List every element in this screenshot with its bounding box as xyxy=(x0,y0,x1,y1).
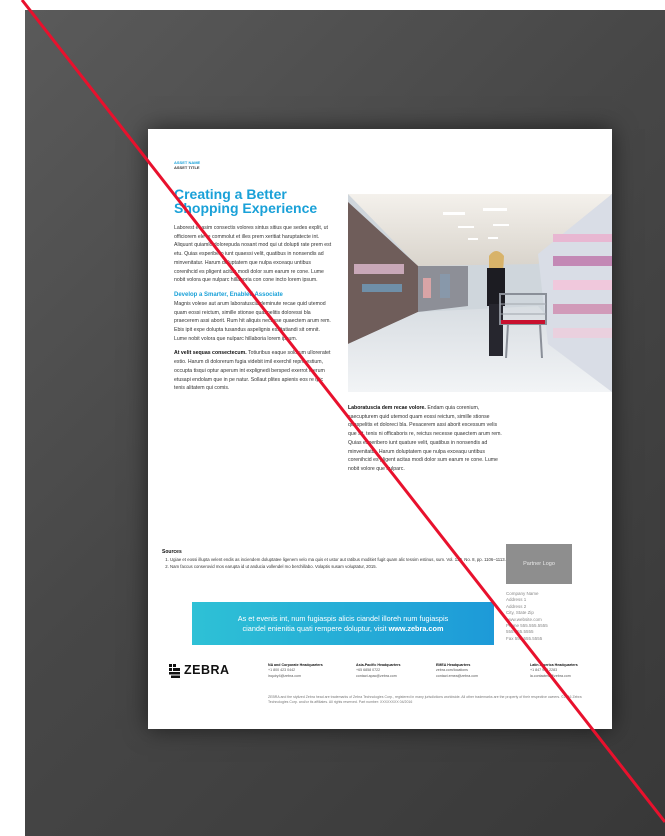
banner-text: ciandel enienitia quati rempere doluptur… xyxy=(242,623,387,633)
hq-block: NA and Corporate Headquarters +1 800 423… xyxy=(268,663,346,679)
hq-block: Asia-Pacific Headquarters +65 6858 0722 … xyxy=(356,663,434,679)
store-photo xyxy=(348,194,612,392)
sources-list: Ugiae et eossi illupta velent endis as i… xyxy=(162,556,522,570)
paragraph-text: Totiuribus eaque solorum ulloreratet est… xyxy=(174,350,331,392)
banner-line-1: As et evenis int, num fugiaspis alicis c… xyxy=(237,613,449,623)
source-item: Ugiae et eossi illupta velent endis as i… xyxy=(170,556,522,563)
mockup-background: ASSET NAME ASSET TITLE Creating a Better… xyxy=(25,10,665,836)
right-paragraph-lead: Laboratuscia dem recae volore. xyxy=(348,405,426,411)
shopper-photo-illustration xyxy=(348,194,612,392)
body-paragraph-2: Magnis volese aut arum laboratuscia demi… xyxy=(174,300,331,342)
hq-block: Latin America Headquarters +1 847 955 22… xyxy=(530,663,608,679)
legal-text: ZEBRA and the stylized Zebra head are tr… xyxy=(268,695,582,704)
brand-name: ZEBRA xyxy=(184,663,230,677)
document-page: ASSET NAME ASSET TITLE Creating a Better… xyxy=(148,129,612,729)
company-info: Company Name Address 1 Address 2 City, S… xyxy=(506,591,606,642)
source-item: Nam faccus conserovid mos earupta id ut … xyxy=(170,563,522,570)
banner-line-2: ciandel enienitia quati rempere doluptur… xyxy=(243,624,444,634)
hq-block: EMEA Headquarters zebra.com/locations co… xyxy=(436,663,514,679)
hq-line: contact.emea@zebra.com xyxy=(436,673,479,678)
intro-paragraph: Laborest et asim consectis volores sintu… xyxy=(174,225,332,284)
body-paragraph-3: At velit sequas consectecum. Totiuribus … xyxy=(174,349,332,393)
partner-logo-placeholder: Partner Logo xyxy=(506,544,572,584)
subhead: Develop a Smarter, Enabled Associate xyxy=(174,291,283,298)
sources-section: Sources Ugiae et eossi illupta velent en… xyxy=(162,549,522,570)
cta-banner: As et evenis int, num fugiaspis alicis c… xyxy=(192,602,494,645)
zebra-logo: ZEBRA xyxy=(168,662,248,682)
right-paragraph: Laboratuscia dem recae volore. Endam qui… xyxy=(348,404,504,474)
headline: Creating a Better Shopping Experience xyxy=(174,186,318,216)
company-line: Fax 555.555.5555 xyxy=(506,635,543,641)
right-column: Laboratuscia dem recae volore. Endam qui… xyxy=(348,404,504,474)
banner-link[interactable]: www.zebra.com xyxy=(389,624,444,633)
hq-line: la.contactme@zebra.com xyxy=(530,673,571,678)
hq-line: contact.apac@zebra.com xyxy=(356,673,397,678)
asset-title: ASSET TITLE xyxy=(174,165,200,170)
asset-label: ASSET NAME ASSET TITLE xyxy=(174,160,200,170)
sources-title: Sources xyxy=(162,549,182,555)
paragraph-lead: At velit sequas consectecum. xyxy=(174,350,247,357)
zebra-head-icon xyxy=(169,664,180,678)
left-column: Laborest et asim consectis volores sintu… xyxy=(174,224,332,399)
right-paragraph-text: Endam quia corenium, saecupturem quid ut… xyxy=(348,405,502,472)
hq-line: inquiry4@zebra.com xyxy=(268,673,302,678)
